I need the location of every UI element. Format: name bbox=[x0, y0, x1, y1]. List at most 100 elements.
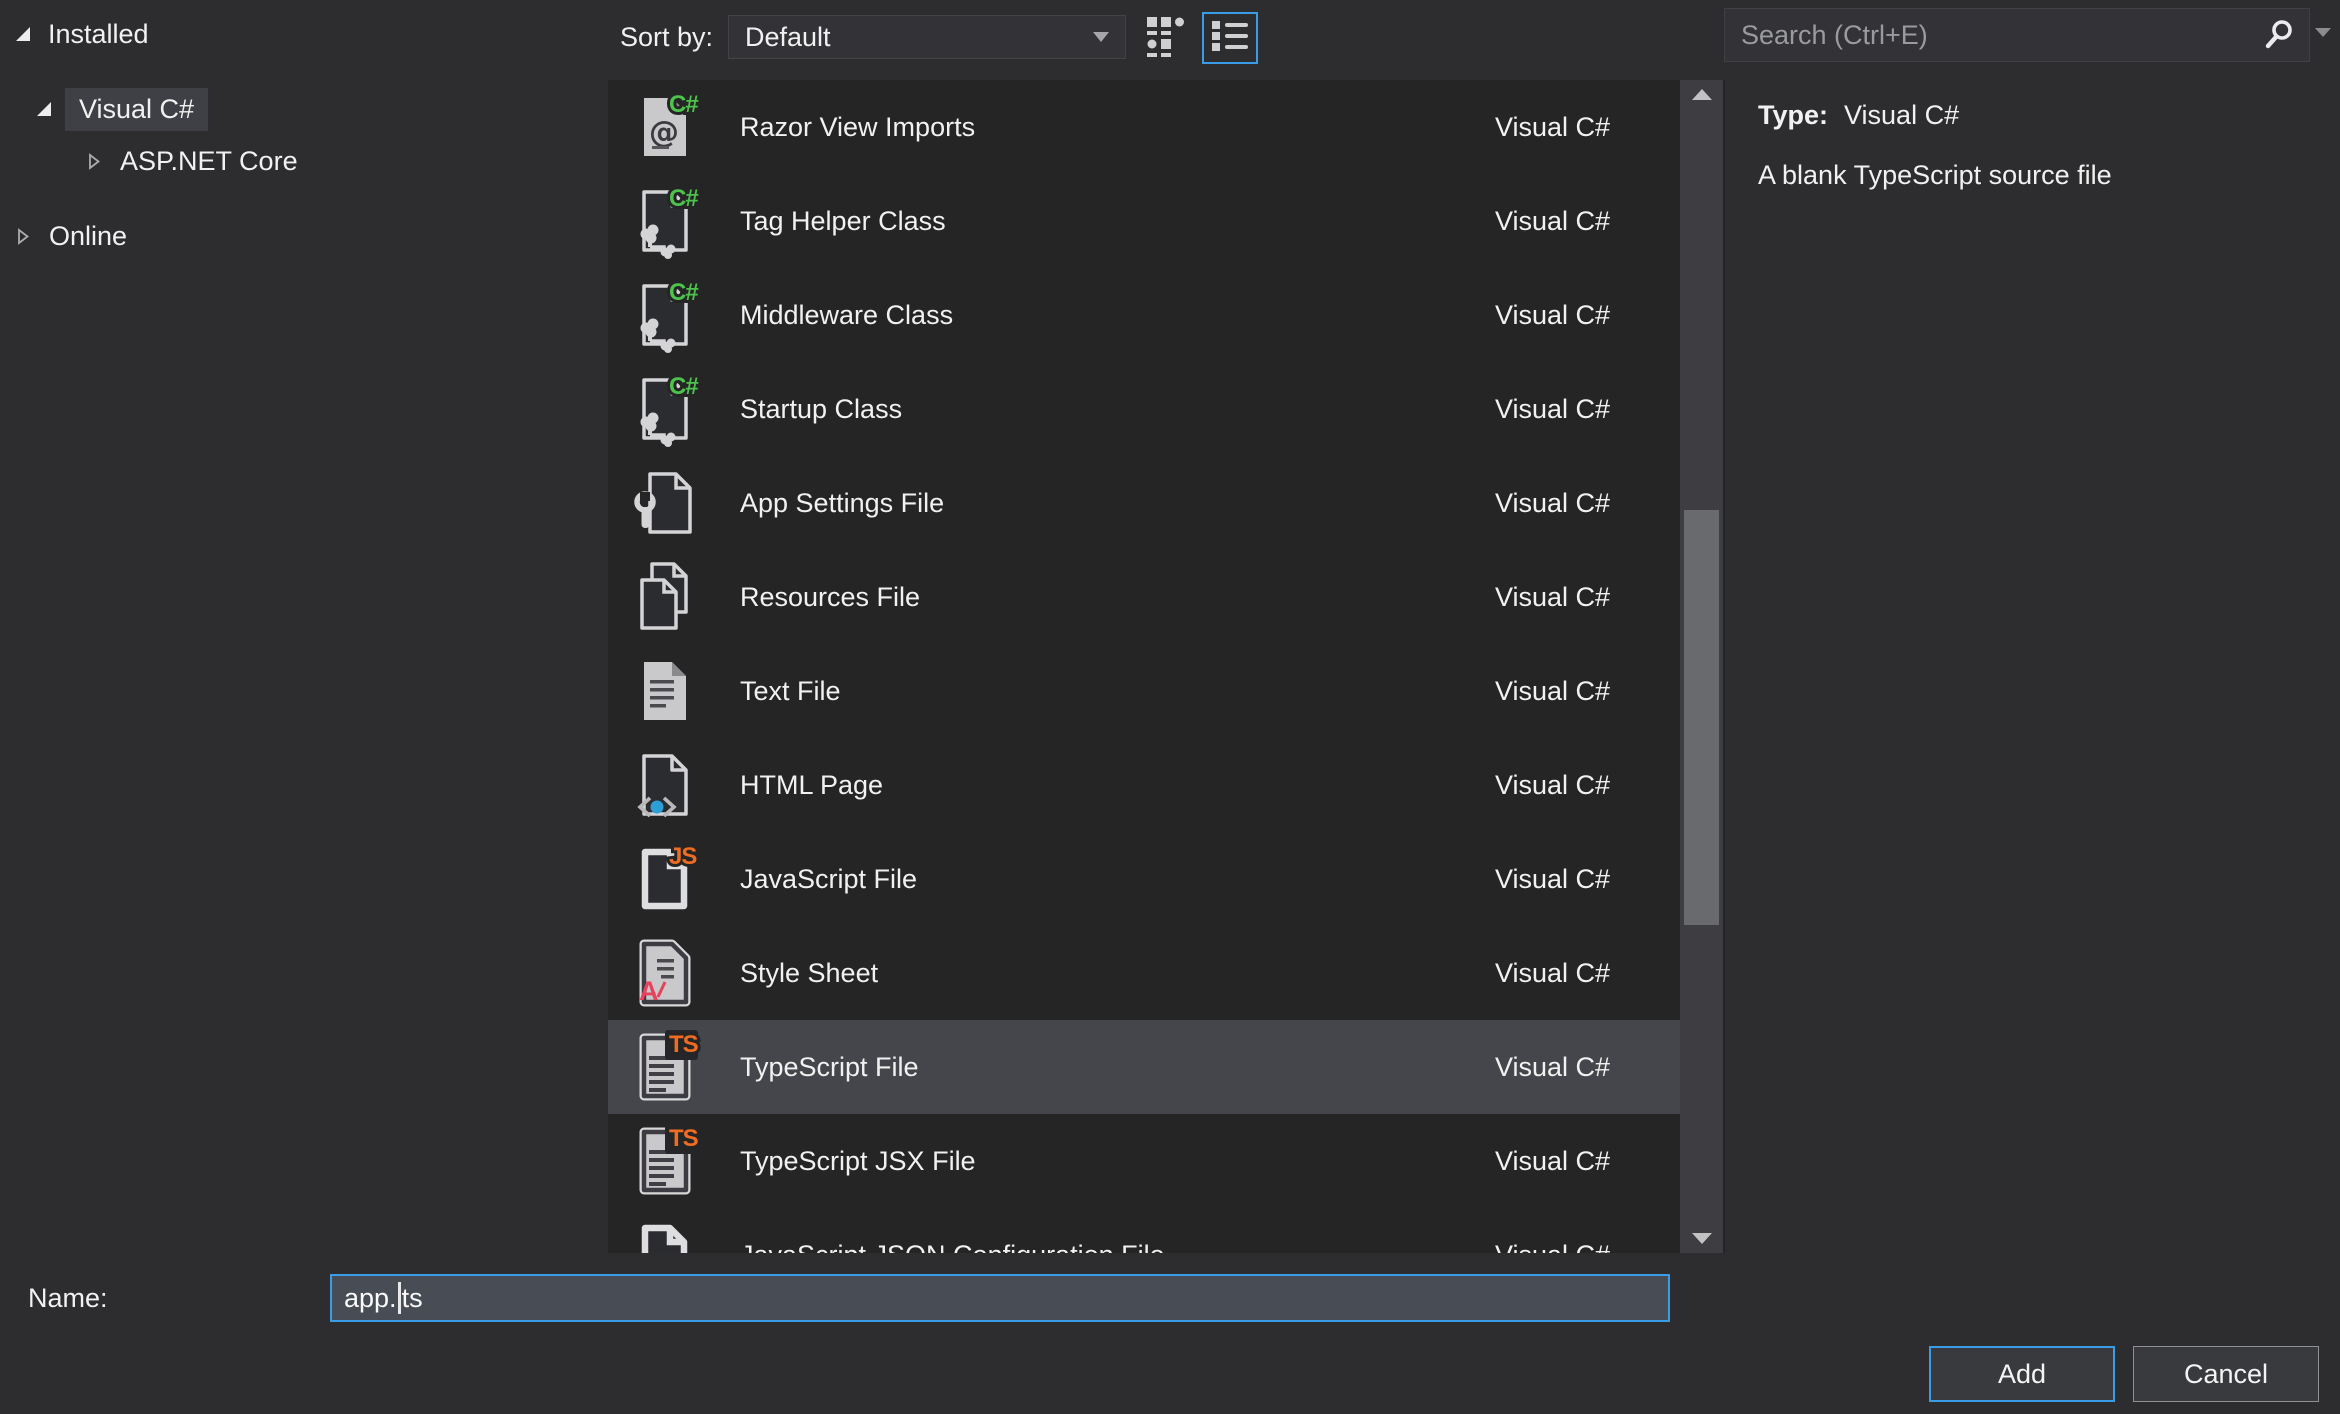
expander-expanded-icon[interactable] bbox=[37, 102, 51, 116]
tree-item-label: ASP.NET Core bbox=[120, 145, 298, 176]
scroll-down-icon[interactable] bbox=[1691, 1233, 1712, 1244]
list-item-app-settings-file[interactable]: App Settings File Visual C# bbox=[608, 456, 1680, 550]
svg-text:@: @ bbox=[649, 115, 679, 150]
tree-item-installed[interactable]: Installed bbox=[16, 11, 149, 57]
ts-file-icon: TS bbox=[630, 1122, 706, 1199]
sort-by-label: Sort by: bbox=[620, 22, 714, 52]
csclass-file-icon: C# bbox=[630, 182, 706, 259]
tree-item-label: Visual C# bbox=[65, 87, 209, 131]
name-label: Name: bbox=[28, 1283, 108, 1313]
type-value: Visual C# bbox=[1844, 100, 1960, 130]
name-value-after-caret: ts bbox=[401, 1282, 423, 1313]
medium-icons-icon bbox=[1147, 16, 1187, 64]
svg-text:C#: C# bbox=[669, 91, 698, 118]
svg-text:TS: TS bbox=[669, 1031, 699, 1058]
appsettings-file-icon bbox=[630, 465, 706, 541]
scrollbar-thumb[interactable] bbox=[1684, 510, 1719, 925]
name-input[interactable]: app. ts bbox=[330, 1274, 1670, 1322]
svg-text:TS: TS bbox=[669, 1125, 699, 1152]
tree-item-online[interactable]: Online bbox=[16, 213, 127, 259]
list-item-text-file[interactable]: Text File Visual C# bbox=[608, 644, 1680, 738]
template-name: Text File bbox=[740, 675, 841, 706]
template-list: @ C# Razor View Imports Visual C# C# Tag Help… bbox=[608, 80, 1680, 1253]
cancel-button[interactable]: Cancel bbox=[2133, 1346, 2319, 1402]
template-name: App Settings File bbox=[740, 487, 945, 518]
list-view-icon bbox=[1212, 20, 1248, 57]
list-item-startup-class[interactable]: C# Startup Class Visual C# bbox=[608, 362, 1680, 456]
list-item-javascript-file[interactable]: JS JavaScript File Visual C# bbox=[608, 832, 1680, 926]
type-label: Type: bbox=[1758, 100, 1829, 130]
template-description: A blank TypeScript source file bbox=[1758, 160, 2112, 190]
list-item-middleware-class[interactable]: C# Middleware Class Visual C# bbox=[608, 268, 1680, 362]
add-button[interactable]: Add bbox=[1929, 1346, 2115, 1402]
name-value-before-caret: app. bbox=[344, 1282, 397, 1313]
expander-collapsed-icon[interactable] bbox=[16, 227, 31, 245]
list-item-typescript-jsx-file[interactable]: TS TypeScript JSX File Visual C# bbox=[608, 1114, 1680, 1208]
svg-text:C#: C# bbox=[669, 185, 698, 212]
text-caret bbox=[397, 1282, 401, 1314]
svg-text:C#: C# bbox=[669, 279, 698, 306]
csclass-file-icon: C# bbox=[630, 370, 706, 447]
list-item-resources-file[interactable]: Resources File Visual C# bbox=[608, 550, 1680, 644]
search-icon[interactable] bbox=[2263, 19, 2295, 51]
svg-text:JS: JS bbox=[669, 843, 697, 870]
json-file-icon bbox=[630, 1217, 706, 1253]
template-name: JavaScript File bbox=[740, 863, 918, 894]
template-name: Startup Class bbox=[740, 393, 903, 424]
svg-text:C#: C# bbox=[669, 373, 698, 400]
template-name: HTML Page bbox=[740, 769, 884, 800]
html-file-icon bbox=[630, 747, 706, 823]
razor-file-icon: @ C# bbox=[630, 88, 706, 165]
svg-text:A: A bbox=[639, 976, 659, 1006]
expander-collapsed-icon[interactable] bbox=[87, 152, 102, 170]
list-item-javascript-json-configuration-file[interactable]: JavaScript JSON Configuration FileVisual… bbox=[608, 1208, 1680, 1253]
list-item-typescript-file[interactable]: TS TypeScript File Visual C# bbox=[608, 1020, 1680, 1114]
template-category: Visual C# bbox=[1495, 957, 1611, 988]
template-category: Visual C# bbox=[1495, 1145, 1611, 1176]
list-item-razor-view-imports[interactable]: @ C# Razor View Imports Visual C# bbox=[608, 80, 1680, 174]
medium-icons-view-button[interactable] bbox=[1141, 16, 1193, 64]
template-name: Resources File bbox=[740, 581, 921, 612]
chevron-down-icon bbox=[1093, 32, 1109, 42]
add-new-item-dialog: Installed Visual C# ASP.NET Core Online … bbox=[0, 0, 2340, 1414]
template-name: JavaScript JSON Configuration File bbox=[740, 1240, 1495, 1254]
search-input[interactable] bbox=[1725, 19, 2263, 51]
template-category: Visual C# bbox=[1495, 393, 1611, 424]
template-name: Middleware Class bbox=[740, 299, 954, 330]
template-category: Visual C# bbox=[1495, 111, 1611, 142]
template-name: Razor View Imports bbox=[740, 111, 976, 142]
template-name: Style Sheet bbox=[740, 957, 879, 988]
list-view-button[interactable] bbox=[1202, 12, 1258, 64]
tree-item-label: Online bbox=[49, 220, 128, 251]
template-category: Visual C# bbox=[1495, 863, 1611, 894]
template-list-panel: @ C# Razor View Imports Visual C# C# Tag Help… bbox=[608, 80, 1725, 1253]
template-category: Visual C# bbox=[1495, 769, 1611, 800]
template-category: Visual C# bbox=[1495, 675, 1611, 706]
template-category: Visual C# bbox=[1495, 581, 1611, 612]
expander-expanded-icon[interactable] bbox=[16, 27, 30, 41]
list-item-html-page[interactable]: HTML Page Visual C# bbox=[608, 738, 1680, 832]
template-category: Visual C# bbox=[1495, 1051, 1611, 1082]
textfile-file-icon bbox=[630, 653, 706, 729]
sort-by-dropdown[interactable]: Default bbox=[728, 15, 1126, 59]
tree-item-label: Installed bbox=[48, 18, 149, 49]
list-scrollbar[interactable] bbox=[1680, 80, 1723, 1253]
search-options-chevron-icon[interactable] bbox=[2315, 28, 2331, 37]
csclass-file-icon: C# bbox=[630, 276, 706, 353]
template-category: Visual C# bbox=[1495, 487, 1611, 518]
stylesheet-file-icon: A bbox=[630, 935, 706, 1011]
template-category: Visual C# bbox=[1495, 299, 1611, 330]
list-item-style-sheet[interactable]: A Style Sheet Visual C# bbox=[608, 926, 1680, 1020]
list-item-tag-helper-class[interactable]: C# Tag Helper Class Visual C# bbox=[608, 174, 1680, 268]
ts-file-icon: TS bbox=[630, 1028, 706, 1105]
template-type-row: Type: Visual C# bbox=[1758, 100, 1959, 131]
resources-file-icon bbox=[630, 559, 706, 635]
template-category: Visual C# bbox=[1495, 1240, 1680, 1254]
tree-item-visual-csharp[interactable]: Visual C# bbox=[37, 86, 209, 132]
template-category: Visual C# bbox=[1495, 205, 1611, 236]
template-name: TypeScript File bbox=[740, 1051, 919, 1082]
scroll-up-icon[interactable] bbox=[1691, 89, 1712, 100]
sort-by-value: Default bbox=[745, 21, 831, 52]
search-box bbox=[1724, 8, 2310, 62]
tree-item-aspnet-core[interactable]: ASP.NET Core bbox=[87, 138, 298, 184]
